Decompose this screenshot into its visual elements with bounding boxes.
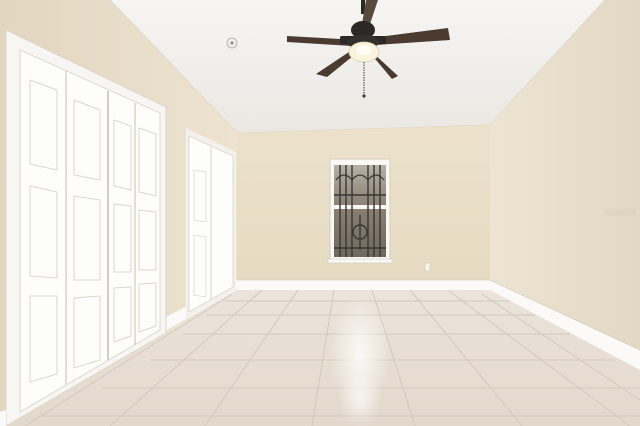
bedroom-scene <box>0 0 640 426</box>
window <box>327 158 393 264</box>
baseboard-back <box>237 280 490 290</box>
room-illustration <box>0 0 640 426</box>
closet-small <box>186 128 236 318</box>
smoke-detector <box>226 37 238 49</box>
wall-outlet <box>424 262 431 272</box>
wall-blemish <box>604 209 636 216</box>
